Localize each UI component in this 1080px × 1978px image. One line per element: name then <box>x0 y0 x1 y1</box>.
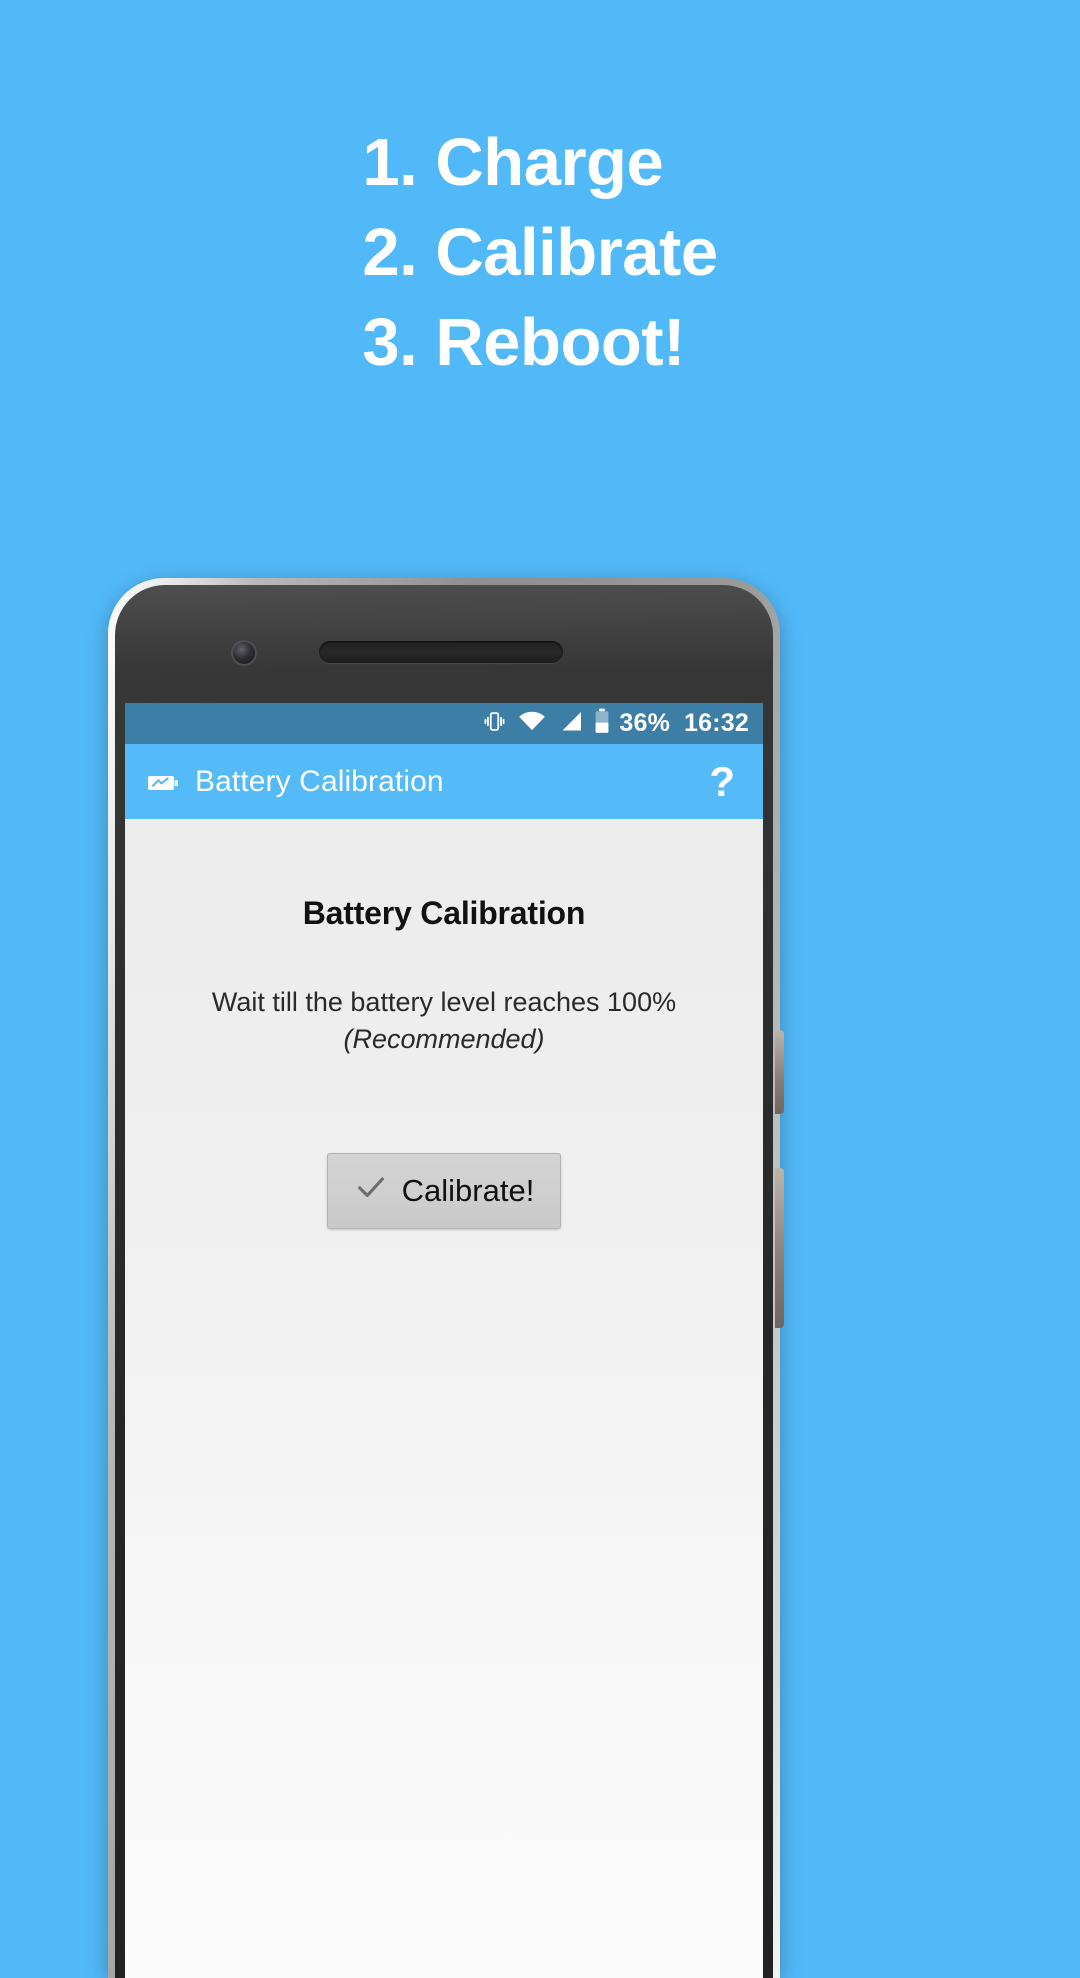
calibrate-button-container: Calibrate! <box>125 1152 763 1229</box>
calibrate-button-label: Calibrate! <box>401 1172 535 1208</box>
help-icon[interactable]: ? <box>703 760 741 803</box>
status-bar: 36% 16:32 <box>125 703 763 744</box>
page-title: Battery Calibration <box>302 895 586 931</box>
screen-content: Battery Calibration Wait till the batter… <box>125 819 763 1978</box>
promo-line-2: 2. Calibrate <box>362 215 718 290</box>
power-button[interactable] <box>775 1030 784 1114</box>
promo-headline: 1. Charge 2. Calibrate 3. Reboot! <box>0 118 1080 388</box>
app-bar-title: Battery Calibration <box>195 764 444 798</box>
earpiece-speaker-icon <box>319 641 563 663</box>
promo-line-1: 1. Charge <box>362 125 664 200</box>
battery-percent-label: 36% <box>619 709 671 737</box>
clock-label: 16:32 <box>684 709 749 737</box>
instruction-text: Wait till the battery level reaches 100% <box>211 987 677 1017</box>
front-camera-icon <box>233 642 255 664</box>
vibrate-icon <box>482 709 507 739</box>
status-bar-icons <box>482 708 610 739</box>
cellular-signal-icon <box>557 709 583 739</box>
app-bar: Battery Calibration ? <box>125 744 763 819</box>
calibrate-button[interactable]: Calibrate! <box>326 1152 562 1229</box>
phone-device-mockup: 36% 16:32 Battery Calibration ? Battery … <box>108 578 784 1978</box>
wifi-icon <box>518 709 546 739</box>
volume-button[interactable] <box>775 1168 784 1328</box>
battery-charge-icon <box>147 765 181 799</box>
phone-screen: 36% 16:32 Battery Calibration ? Battery … <box>125 703 763 1978</box>
recommendation-note: (Recommended) <box>343 1024 545 1055</box>
check-icon <box>354 1170 388 1212</box>
promo-headline-lines: 1. Charge 2. Calibrate 3. Reboot! <box>362 118 718 388</box>
battery-icon <box>594 708 610 739</box>
promo-line-3: 3. Reboot! <box>362 305 685 380</box>
